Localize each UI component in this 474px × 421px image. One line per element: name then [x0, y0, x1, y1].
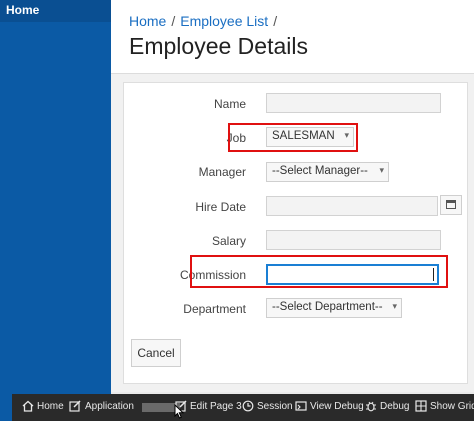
- salary-field[interactable]: [266, 230, 441, 250]
- devbar-show-grid-label: Show Grid: [430, 401, 474, 412]
- breadcrumb-employee-list-link[interactable]: Employee List: [180, 13, 268, 29]
- select-chevron-icon: ▾: [379, 165, 384, 175]
- clock-icon: [242, 400, 254, 412]
- cancel-button[interactable]: Cancel: [131, 339, 181, 367]
- edit-icon: [69, 400, 81, 412]
- name-field[interactable]: [266, 93, 441, 113]
- job-highlight-box: [228, 123, 358, 152]
- breadcrumb: Home / Employee List /: [129, 13, 282, 29]
- department-select-value: --Select Department--: [272, 301, 383, 313]
- department-label: Department: [183, 302, 246, 316]
- home-icon: [22, 400, 34, 412]
- view-debug-icon: [295, 401, 307, 411]
- hire-date-field[interactable]: [266, 196, 438, 216]
- mouse-pointer-icon: [174, 404, 185, 419]
- page-header: Home / Employee List / Employee Details: [111, 0, 474, 74]
- page-title: Employee Details: [129, 33, 308, 59]
- devbar-view-debug-label: View Debug: [310, 401, 364, 412]
- grid-icon: [415, 400, 427, 412]
- date-picker-button[interactable]: [440, 195, 462, 215]
- calendar-icon: [446, 200, 456, 209]
- manager-select[interactable]: --Select Manager-- ▾: [266, 162, 389, 182]
- select-chevron-icon: ▾: [392, 301, 397, 311]
- devbar-debug-label: Debug: [380, 401, 410, 412]
- devbar-session-label: Session: [257, 401, 293, 412]
- bug-icon: [366, 401, 376, 412]
- breadcrumb-separator: /: [171, 13, 176, 29]
- breadcrumb-home-link[interactable]: Home: [129, 13, 166, 29]
- manager-label: Manager: [198, 165, 246, 179]
- commission-highlight-box: [190, 255, 448, 288]
- hire-date-label: Hire Date: [195, 200, 246, 214]
- salary-label: Salary: [211, 234, 246, 248]
- devbar-application-label: Application: [85, 401, 134, 412]
- sidebar-item-home[interactable]: Home: [6, 3, 39, 17]
- developer-toolbar: Home Application Edit Page 3 Session Vie…: [12, 394, 474, 421]
- breadcrumb-separator: /: [273, 13, 278, 29]
- devbar-edit-page-label: Edit Page 3: [190, 401, 242, 412]
- sidebar-header: Home: [0, 0, 111, 22]
- devbar-home-label: Home: [37, 401, 64, 412]
- job-label: Job: [226, 131, 246, 145]
- name-label: Name: [213, 97, 246, 111]
- main-content: Home / Employee List / Employee Details Nam…: [111, 0, 474, 392]
- manager-select-value: --Select Manager--: [272, 165, 368, 177]
- sidebar: Home: [0, 0, 111, 421]
- department-select[interactable]: --Select Department-- ▾: [266, 298, 402, 318]
